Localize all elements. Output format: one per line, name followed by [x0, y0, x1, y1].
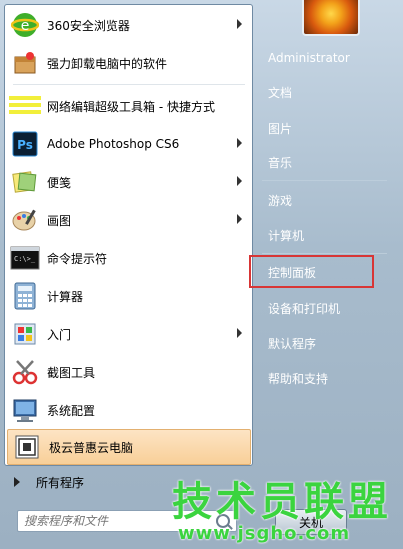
highlight-box — [249, 255, 374, 288]
svg-text:Ps: Ps — [17, 138, 33, 152]
divider — [13, 84, 245, 85]
toolbox-icon — [9, 90, 41, 122]
expand-arrow-icon — [14, 477, 20, 487]
menu-item-cmd[interactable]: C:\>_ 命令提示符 — [6, 241, 250, 275]
start-menu: e 360安全浏览器 强力卸载电脑中的软件 网络编辑超级工具箱 - 快捷方式 P… — [0, 0, 403, 549]
cmd-icon: C:\>_ — [9, 242, 41, 274]
menu-item-getting-started[interactable]: 入门 — [6, 317, 250, 351]
photoshop-icon: Ps — [9, 128, 41, 160]
menu-item-label: 系统配置 — [47, 403, 96, 418]
submenu-arrow-icon — [237, 138, 242, 148]
menu-item-label: Adobe Photoshop CS6 — [47, 137, 180, 151]
uninstall-box-icon — [9, 47, 41, 79]
watermark: 技术员联盟 www.jsgho.com — [172, 480, 392, 544]
watermark-title: 技术员联盟 — [172, 479, 392, 525]
svg-text:C:\>_: C:\>_ — [14, 255, 36, 263]
menu-item-label: 画图 — [47, 213, 72, 228]
link-default-programs[interactable]: 默认程序 — [262, 330, 392, 356]
menu-item-label: 360安全浏览器 — [47, 18, 130, 33]
menu-item-photoshop[interactable]: Ps Adobe Photoshop CS6 — [6, 127, 250, 161]
paint-palette-icon — [9, 204, 41, 236]
menu-item-label: 截图工具 — [47, 365, 96, 380]
menu-item-snipping-tool[interactable]: 截图工具 — [6, 355, 250, 389]
menu-item-label: 命令提示符 — [47, 251, 108, 266]
menu-item-calculator[interactable]: 计算器 — [6, 279, 250, 313]
link-devices-printers[interactable]: 设备和打印机 — [262, 295, 392, 321]
all-programs-label: 所有程序 — [36, 475, 85, 490]
link-documents[interactable]: 文档 — [262, 79, 392, 105]
menu-item-label: 强力卸载电脑中的软件 — [47, 56, 168, 71]
menu-item-sticky-notes[interactable]: 便笺 — [6, 165, 250, 199]
link-music[interactable]: 音乐 — [262, 149, 392, 175]
divider — [262, 180, 387, 181]
menu-item-360-browser[interactable]: e 360安全浏览器 — [6, 8, 250, 42]
link-administrator[interactable]: Administrator — [262, 45, 392, 71]
menu-item-label: 计算器 — [47, 289, 84, 304]
programs-panel: e 360安全浏览器 强力卸载电脑中的软件 网络编辑超级工具箱 - 快捷方式 P… — [4, 4, 253, 466]
menu-item-paint[interactable]: 画图 — [6, 203, 250, 237]
submenu-arrow-icon — [237, 328, 242, 338]
svg-text:e: e — [21, 18, 30, 34]
sticky-notes-icon — [9, 166, 41, 198]
browser-360-icon: e — [9, 9, 41, 41]
watermark-url: www.jsgho.com — [178, 523, 351, 544]
menu-item-cloud-pc[interactable]: 极云普惠云电脑 — [7, 429, 251, 465]
submenu-arrow-icon — [237, 176, 242, 186]
snipping-tool-icon — [9, 356, 41, 388]
cloud-pc-icon — [11, 431, 43, 463]
link-pictures[interactable]: 图片 — [262, 115, 392, 141]
menu-item-label: 网络编辑超级工具箱 - 快捷方式 — [47, 99, 215, 114]
menu-item-label: 入门 — [47, 327, 72, 342]
system-config-icon — [9, 394, 41, 426]
menu-item-label: 极云普惠云电脑 — [49, 440, 134, 455]
menu-item-toolbox[interactable]: 网络编辑超级工具箱 - 快捷方式 — [6, 89, 250, 123]
calculator-icon — [9, 280, 41, 312]
link-help-support[interactable]: 帮助和支持 — [262, 365, 392, 391]
getting-started-icon — [9, 318, 41, 350]
user-picture[interactable] — [302, 0, 360, 36]
menu-item-label: 便笺 — [47, 175, 72, 190]
menu-item-uninstaller[interactable]: 强力卸载电脑中的软件 — [6, 46, 250, 80]
menu-item-system-config[interactable]: 系统配置 — [6, 393, 250, 427]
link-computer[interactable]: 计算机 — [262, 222, 392, 248]
link-games[interactable]: 游戏 — [262, 187, 392, 213]
submenu-arrow-icon — [237, 19, 242, 29]
divider — [262, 253, 387, 254]
submenu-arrow-icon — [237, 214, 242, 224]
